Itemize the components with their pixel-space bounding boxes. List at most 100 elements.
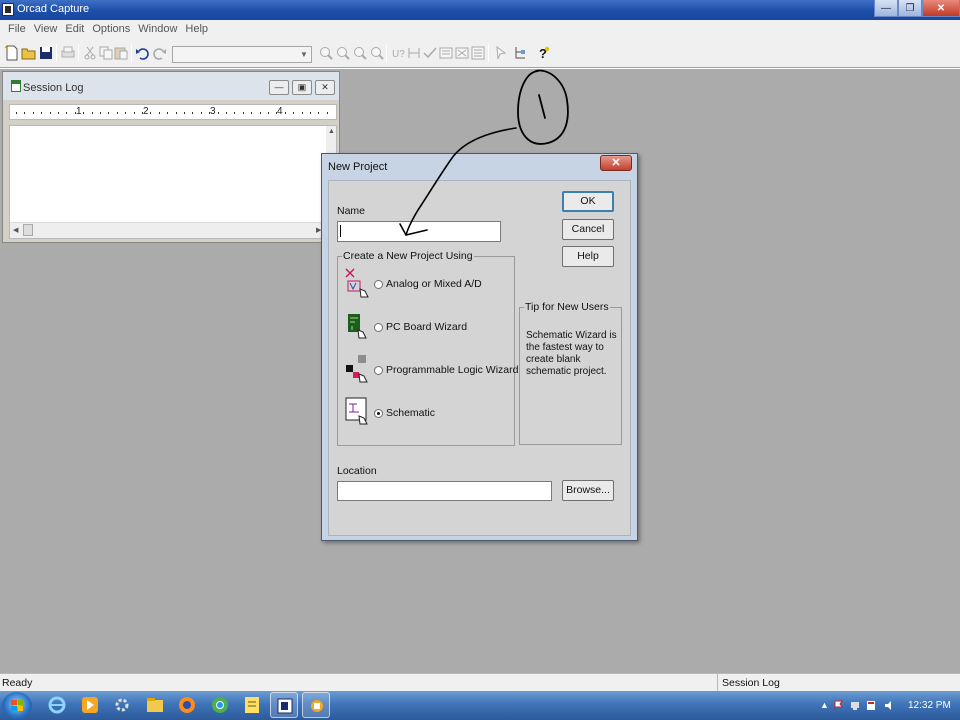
- project-manager-icon[interactable]: [512, 45, 528, 61]
- orcad-app-icon[interactable]: [2, 3, 14, 16]
- ok-button[interactable]: OK: [562, 191, 614, 212]
- chevron-down-icon[interactable]: ▼: [298, 48, 310, 61]
- location-input[interactable]: [337, 481, 552, 501]
- netlist-icon[interactable]: [438, 45, 454, 61]
- option-programmable-logic-wizard[interactable]: Programmable Logic Wizard: [344, 353, 518, 387]
- session-log-title: Session Log: [23, 82, 84, 94]
- media-player-icon[interactable]: [79, 694, 101, 716]
- restore-button[interactable]: ❐: [898, 0, 922, 17]
- radio-analog-mixed[interactable]: [374, 280, 383, 289]
- action-center-icon[interactable]: [834, 700, 844, 711]
- drc-icon[interactable]: [422, 45, 438, 61]
- ruler-tick: [16, 112, 17, 114]
- volume-icon[interactable]: [884, 700, 894, 711]
- menu-window[interactable]: Window: [134, 20, 181, 40]
- new-icon[interactable]: [4, 45, 20, 61]
- zoom-out-icon[interactable]: [335, 45, 351, 61]
- network-icon[interactable]: [850, 700, 860, 711]
- menu-options[interactable]: Options: [88, 20, 134, 40]
- file-explorer-icon[interactable]: [144, 694, 166, 716]
- paste-icon[interactable]: [113, 45, 129, 61]
- snap-to-grid-icon[interactable]: [493, 45, 509, 61]
- dialog-body: Name OK Cancel Help Create a New Project…: [328, 180, 631, 536]
- back-annotate-icon[interactable]: [406, 45, 422, 61]
- schematic-icon: [345, 397, 368, 425]
- ruler-number: 1: [76, 106, 82, 117]
- menu-help[interactable]: Help: [181, 20, 212, 40]
- windows-taskbar: ▲ 12:32 PM: [0, 691, 960, 720]
- ruler-tick: [251, 112, 253, 114]
- print-icon[interactable]: [60, 45, 76, 61]
- open-icon[interactable]: [21, 45, 37, 61]
- ruler-tick: [91, 112, 93, 114]
- ruler-tick: [58, 112, 59, 114]
- radio-programmable-logic-wizard[interactable]: [374, 366, 383, 375]
- session-log-title-bar[interactable]: Session Log — ▣ ✕: [3, 72, 339, 100]
- zoom-in-icon[interactable]: [318, 45, 334, 61]
- part-selector-combo[interactable]: ▼: [172, 46, 312, 63]
- ruler-number: 4: [277, 106, 283, 117]
- undo-icon[interactable]: [135, 45, 151, 61]
- browse-button[interactable]: Browse...: [562, 480, 614, 501]
- option-analog-mixed[interactable]: Analog or Mixed A/D: [344, 267, 504, 301]
- session-log-window[interactable]: Session Log — ▣ ✕ 1 2 3 4 ▲ ◀ ▶: [2, 71, 340, 243]
- session-log-text-area[interactable]: ▲ ◀ ▶: [9, 125, 337, 239]
- chrome-icon[interactable]: [209, 694, 231, 716]
- cross-reference-icon[interactable]: [454, 45, 470, 61]
- firefox-icon[interactable]: [176, 694, 198, 716]
- taskbar-orcad-capture[interactable]: [270, 692, 298, 718]
- session-close-button[interactable]: ✕: [315, 80, 335, 95]
- ruler-tick: [293, 112, 295, 114]
- scroll-thumb[interactable]: [23, 224, 33, 236]
- cancel-button[interactable]: Cancel: [562, 219, 614, 240]
- session-log-ruler: 1 2 3 4: [9, 104, 337, 120]
- taskbar-second-window[interactable]: [302, 692, 330, 718]
- ruler-tick: [276, 112, 278, 114]
- session-horizontal-scrollbar[interactable]: ◀ ▶: [10, 222, 328, 238]
- session-log-icon: [11, 80, 21, 92]
- ruler-tick: [200, 112, 202, 114]
- copy-icon[interactable]: [98, 45, 114, 61]
- menu-edit[interactable]: Edit: [61, 20, 88, 40]
- menu-view[interactable]: View: [30, 20, 62, 40]
- close-button[interactable]: ✕: [922, 0, 960, 17]
- help-icon[interactable]: ?: [535, 45, 551, 61]
- internet-explorer-icon[interactable]: [46, 694, 68, 716]
- show-hidden-icons-icon[interactable]: ▲: [820, 700, 829, 710]
- save-icon[interactable]: [38, 45, 54, 61]
- dialog-close-button[interactable]: ✕: [600, 155, 632, 171]
- taskbar-clock[interactable]: 12:32 PM: [908, 700, 951, 711]
- help-button[interactable]: Help: [562, 246, 614, 267]
- name-label: Name: [337, 205, 366, 217]
- bill-of-materials-icon[interactable]: [470, 45, 486, 61]
- zoom-area-icon[interactable]: [352, 45, 368, 61]
- notes-icon[interactable]: [241, 694, 263, 716]
- settings-icon[interactable]: [111, 694, 133, 716]
- annotate-icon[interactable]: U?: [390, 45, 406, 61]
- radio-schematic[interactable]: [374, 409, 383, 418]
- option-schematic[interactable]: Schematic: [344, 396, 504, 430]
- zoom-all-icon[interactable]: [369, 45, 385, 61]
- app-title-bar[interactable]: Orcad Capture — ❐ ✕: [0, 0, 960, 20]
- ruler-tick: [133, 112, 135, 114]
- ruler-tick: [167, 112, 169, 114]
- menu-file[interactable]: File: [4, 20, 30, 40]
- ruler-tick: [24, 112, 26, 114]
- toolbar-separator: [56, 44, 57, 62]
- start-button[interactable]: [2, 692, 32, 719]
- close-icon: ✕: [611, 157, 621, 169]
- session-minimize-button[interactable]: —: [269, 80, 289, 95]
- option-pc-board-wizard[interactable]: PC Board Wizard: [344, 310, 504, 344]
- radio-pc-board-wizard[interactable]: [374, 323, 383, 332]
- scroll-left-icon[interactable]: ◀: [13, 226, 18, 234]
- new-project-dialog[interactable]: New Project ✕ Name OK Cancel Help Create…: [321, 153, 638, 541]
- session-restore-button[interactable]: ▣: [292, 80, 312, 95]
- redo-icon[interactable]: [151, 45, 167, 61]
- security-icon[interactable]: [866, 700, 876, 711]
- minimize-button[interactable]: —: [874, 0, 898, 17]
- project-name-input[interactable]: [337, 221, 501, 242]
- cut-icon[interactable]: [82, 45, 98, 61]
- ruler-tick: [259, 112, 261, 114]
- scroll-up-icon[interactable]: ▲: [328, 128, 335, 135]
- text-caret: [340, 225, 341, 237]
